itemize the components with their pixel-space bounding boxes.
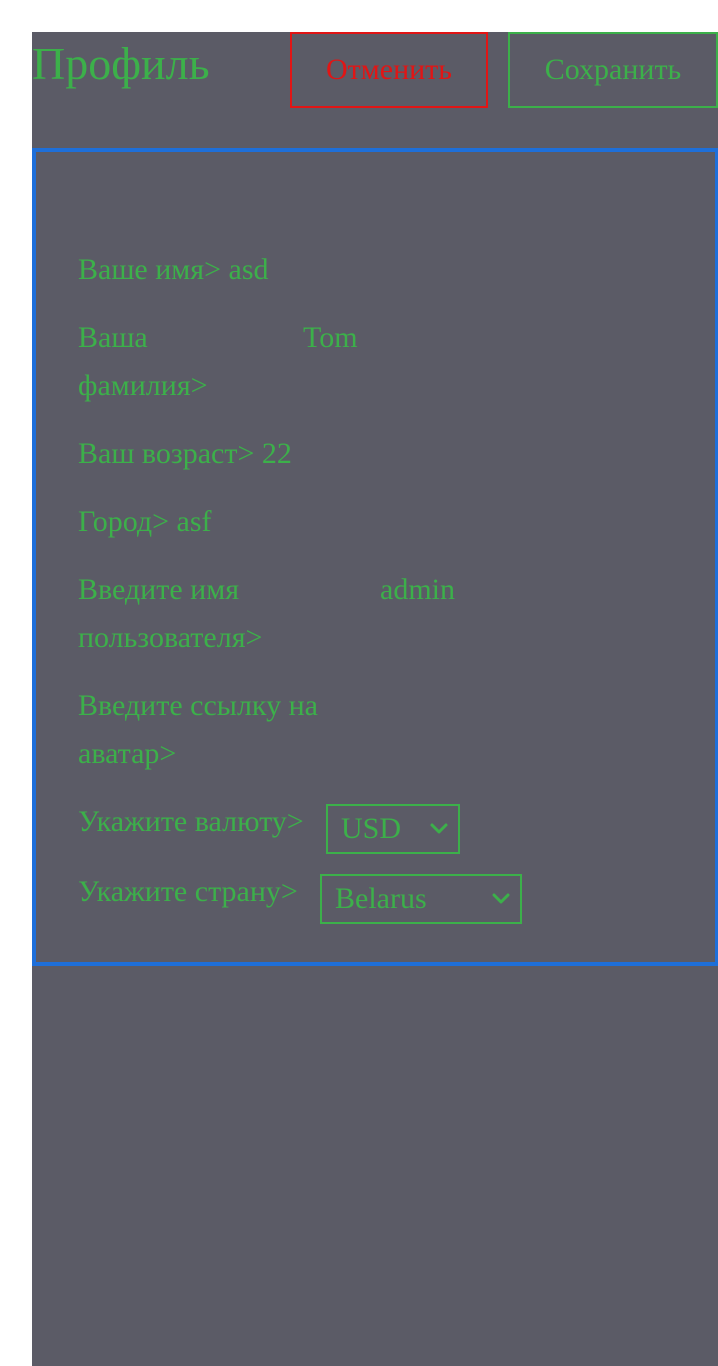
- username-input[interactable]: admin: [380, 566, 455, 614]
- city-label: Город>: [78, 505, 170, 538]
- age-label: Ваш возраст>: [78, 437, 255, 470]
- last-name-row: Ваша фамилия> Tom: [78, 314, 398, 410]
- currency-row: Укажите валюту>: [78, 798, 304, 846]
- currency-select[interactable]: USD: [326, 804, 460, 854]
- profile-card: Ваше имя> asd Ваша фамилия> Tom Ваш возр…: [32, 148, 718, 966]
- first-name-input[interactable]: asd: [229, 253, 269, 286]
- currency-selected-value: USD: [341, 812, 402, 845]
- username-label: Введите имя пользователя>: [78, 566, 262, 662]
- avatar-label: Введите ссылку на аватар>: [78, 682, 318, 778]
- last-name-label-line2: фамилия>: [78, 369, 208, 402]
- chevron-down-icon: [430, 823, 448, 834]
- currency-label: Укажите валюту>: [78, 805, 304, 838]
- username-label-line2: пользователя>: [78, 621, 263, 654]
- age-input[interactable]: 22: [262, 437, 292, 470]
- avatar-label-line1: Введите ссылку на: [78, 689, 318, 722]
- last-name-label: Ваша фамилия>: [78, 314, 208, 410]
- city-row: Город> asf: [78, 498, 212, 546]
- page-title: Профиль: [32, 38, 210, 89]
- age-row: Ваш возраст> 22: [78, 430, 292, 478]
- save-button[interactable]: Сохранить: [508, 32, 718, 108]
- header: Профиль Отменить Сохранить: [32, 32, 718, 108]
- last-name-label-line1: Ваша: [78, 321, 148, 354]
- country-label: Укажите страну>: [78, 875, 298, 908]
- first-name-label: Ваше имя>: [78, 253, 221, 286]
- country-row: Укажите страну>: [78, 868, 298, 916]
- avatar-row: Введите ссылку на аватар>: [78, 682, 498, 778]
- city-input[interactable]: asf: [177, 505, 212, 538]
- chevron-down-icon: [492, 893, 510, 904]
- username-row: Введите имя пользователя> admin: [78, 566, 498, 662]
- profile-app: Профиль Отменить Сохранить Ваше имя> asd…: [32, 32, 718, 1366]
- country-select[interactable]: Belarus: [320, 874, 522, 924]
- username-label-line1: Введите имя: [78, 573, 240, 606]
- last-name-input[interactable]: Tom: [303, 314, 358, 362]
- first-name-row: Ваше имя> asd: [78, 246, 269, 294]
- cancel-button[interactable]: Отменить: [290, 32, 488, 108]
- avatar-label-line2: аватар>: [78, 737, 177, 770]
- country-selected-value: Belarus: [335, 882, 427, 915]
